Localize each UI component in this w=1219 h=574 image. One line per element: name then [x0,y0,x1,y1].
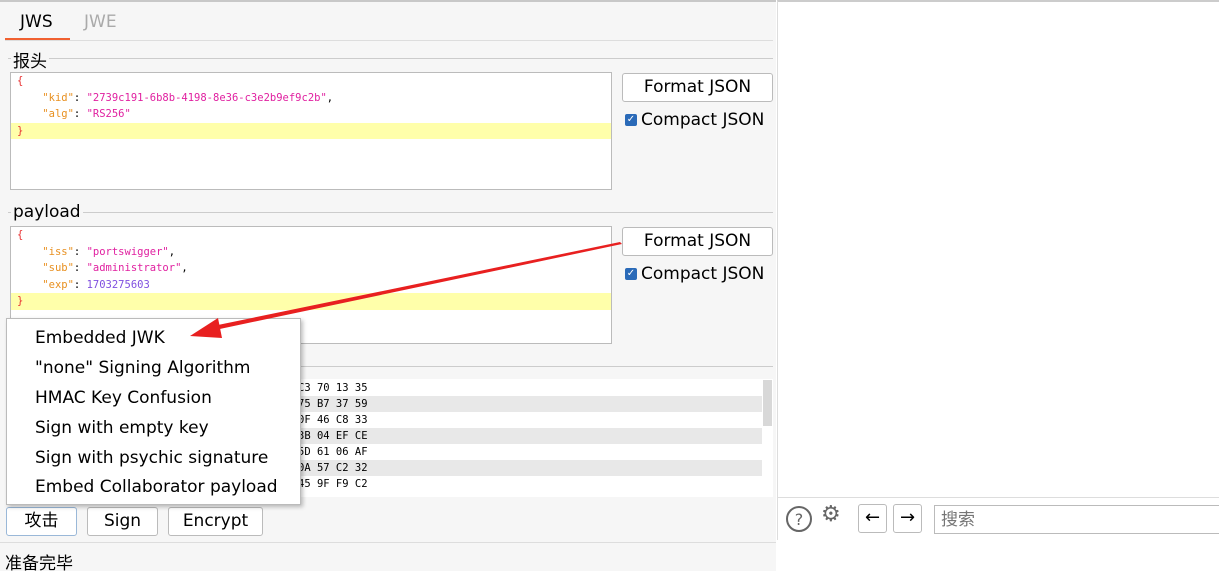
json-key: "sub" [42,262,74,274]
header-json-editor[interactable]: { "kid": "2739c191-6b8b-4198-8e36-c3e2b9… [10,72,612,190]
code-line: { [17,229,24,241]
checkmark-icon: ✓ [625,114,637,126]
attack-button[interactable]: 攻击 [6,507,77,536]
arrow-right-icon[interactable]: → [893,504,922,533]
menu-item-none-signing-algorithm[interactable]: "none" Signing Algorithm [35,353,250,383]
search-input[interactable] [934,505,1219,534]
code-line: } [11,293,611,310]
status-divider [0,542,776,543]
menu-item-sign-empty-key[interactable]: Sign with empty key [35,413,209,443]
json-comma: , [168,245,176,258]
menu-item-psychic-signature[interactable]: Sign with psychic signature [35,443,268,473]
attack-menu: Embedded JWK "none" Signing Algorithm HM… [6,318,301,505]
tab-jws[interactable]: JWS [20,12,53,32]
header-legend: 报头 [11,47,49,72]
header-format-json-button[interactable]: Format JSON [622,73,773,102]
help-icon[interactable]: ? [785,505,813,533]
code-line: { [17,75,24,87]
arrow-left-icon[interactable]: ← [858,504,887,533]
json-value: "RS256" [86,108,131,120]
json-value: "portswigger" [86,245,169,258]
tab-divider [5,40,773,41]
code-line: "kid": "2739c191-6b8b-4198-8e36-c3e2b9ef… [42,91,334,104]
hex-scrollbar[interactable] [763,380,772,426]
sign-button[interactable]: Sign [87,507,158,536]
code-line: "exp": 1703275603 [42,278,150,291]
checkbox-label: Compact JSON [641,264,765,284]
encrypt-button[interactable]: Encrypt [168,507,263,536]
right-panel: ? ⚙ ← → [777,0,1219,540]
json-key: "exp" [42,278,74,291]
json-comma: , [326,91,334,104]
json-key: "iss" [42,245,74,258]
header-section [8,58,773,59]
payload-section [8,212,773,213]
code-line: "sub": "administrator", [42,262,188,274]
payload-format-json-button[interactable]: Format JSON [622,227,773,256]
json-value: "administrator" [86,262,182,274]
menu-item-embedded-jwk[interactable]: Embedded JWK [35,323,165,353]
code-line: "alg": "RS256" [42,108,131,120]
menu-item-embed-collaborator[interactable]: Embed Collaborator payload [35,472,278,502]
json-key: "kid" [42,91,74,104]
payload-legend: payload [11,202,83,222]
json-value: "2739c191-6b8b-4198-8e36-c3e2b9ef9c2b" [86,91,327,104]
gear-icon[interactable]: ⚙ [821,502,841,527]
menu-item-hmac-key-confusion[interactable]: HMAC Key Confusion [35,383,212,413]
code-line: } [11,122,611,139]
json-comma: , [181,262,188,274]
payload-compact-json-checkbox[interactable]: ✓ Compact JSON [625,264,764,284]
status-text: 准备完毕 [5,554,73,574]
code-line: "iss": "portswigger", [42,245,176,258]
json-key: "alg" [42,108,74,120]
toolbar-divider [778,497,1219,498]
svg-text:?: ? [795,510,804,529]
json-value: 1703275603 [86,278,150,291]
checkmark-icon: ✓ [625,268,637,280]
tab-jwe[interactable]: JWE [84,12,117,32]
checkbox-label: Compact JSON [641,110,765,130]
header-compact-json-checkbox[interactable]: ✓ Compact JSON [625,110,764,130]
